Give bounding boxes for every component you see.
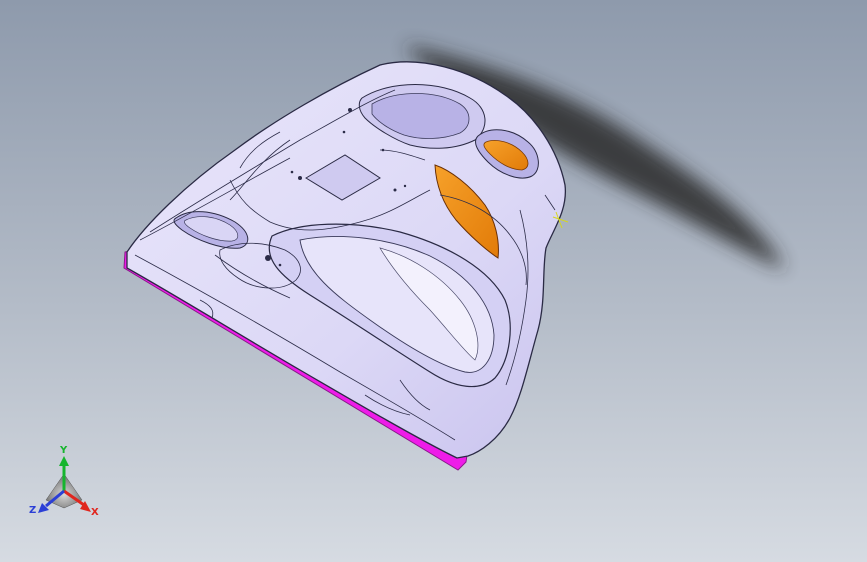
viewport-canvas[interactable] bbox=[0, 0, 867, 562]
x-axis-label: X bbox=[91, 507, 99, 518]
y-axis-label: Y bbox=[60, 445, 68, 456]
z-axis-label: Z bbox=[29, 505, 37, 516]
cad-viewport[interactable]: Y X Z bbox=[0, 0, 867, 562]
